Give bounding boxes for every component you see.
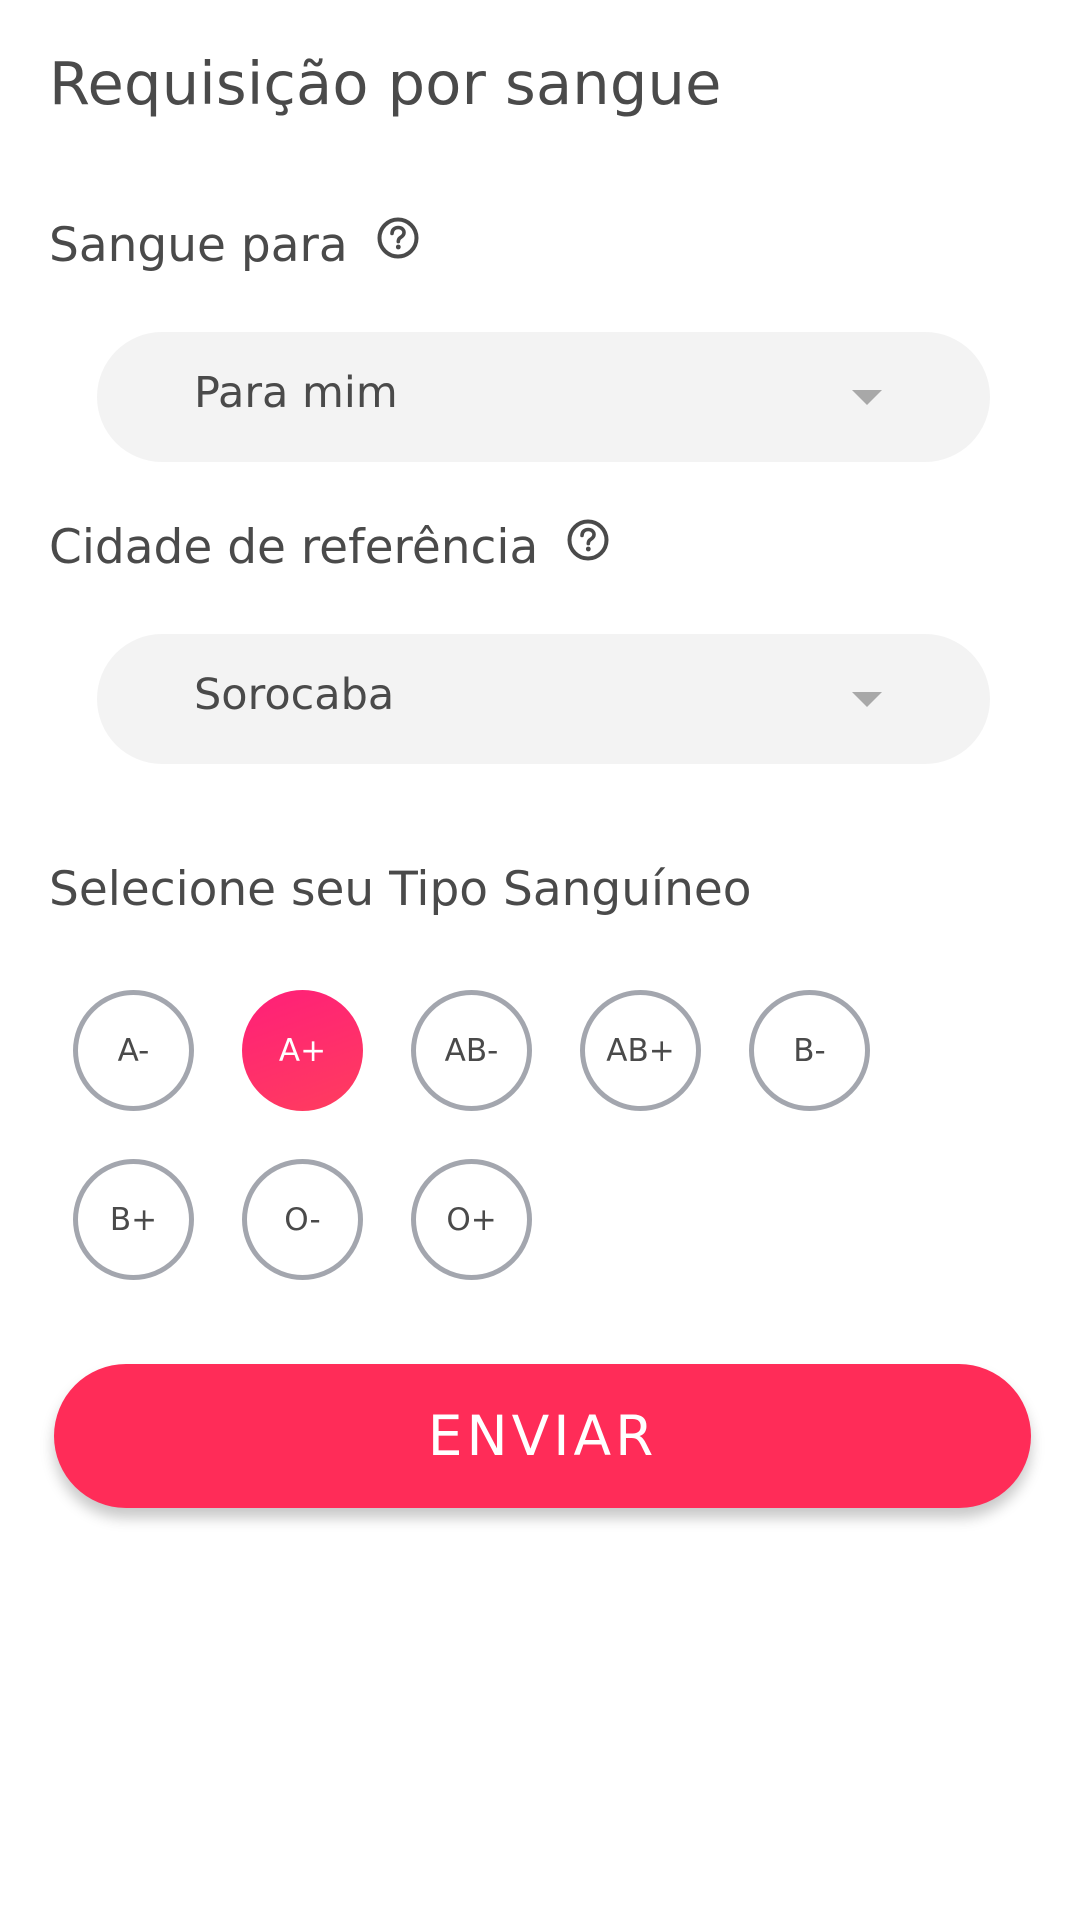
blood-type-option-label: B+	[109, 1201, 158, 1238]
blood-type-option[interactable]: A+	[242, 990, 363, 1111]
blood-type-option[interactable]: B+	[73, 1159, 194, 1280]
blood-type-option-label: AB+	[606, 1032, 675, 1069]
page-title: Requisição por sangue	[49, 49, 722, 118]
blood-type-option[interactable]: A-	[73, 990, 194, 1111]
blood-type-label: Selecione seu Tipo Sanguíneo	[49, 862, 752, 917]
city-label: Cidade de referência	[49, 520, 539, 575]
submit-button[interactable]: ENVIAR	[54, 1364, 1031, 1508]
city-dropdown[interactable]: Sorocaba	[97, 634, 990, 764]
blood-for-dropdown[interactable]: Para mim	[97, 332, 990, 462]
caret-down-icon	[852, 390, 882, 405]
blood-type-option[interactable]: O-	[242, 1159, 363, 1280]
question-circle-icon[interactable]	[566, 518, 610, 562]
question-circle-icon[interactable]	[376, 216, 420, 260]
blood-for-label-row: Sangue para	[49, 216, 420, 276]
blood-type-option-label: AB-	[444, 1032, 499, 1069]
blood-type-option[interactable]: AB-	[411, 990, 532, 1111]
city-label-row: Cidade de referência	[49, 518, 610, 578]
blood-type-option-label: B-	[793, 1032, 826, 1069]
blood-for-selected-value: Para mim	[194, 368, 398, 418]
caret-down-icon	[852, 692, 882, 707]
blood-type-option-label: O-	[284, 1201, 321, 1238]
blood-type-option-label: A+	[278, 1032, 327, 1069]
blood-type-option[interactable]: AB+	[580, 990, 701, 1111]
blood-type-option-label: O+	[446, 1201, 497, 1238]
city-selected-value: Sorocaba	[194, 670, 395, 720]
blood-type-option[interactable]: B-	[749, 990, 870, 1111]
blood-type-option-label: A-	[117, 1032, 150, 1069]
blood-type-option[interactable]: O+	[411, 1159, 532, 1280]
blood-for-label: Sangue para	[49, 218, 348, 273]
submit-button-label: ENVIAR	[427, 1404, 658, 1468]
